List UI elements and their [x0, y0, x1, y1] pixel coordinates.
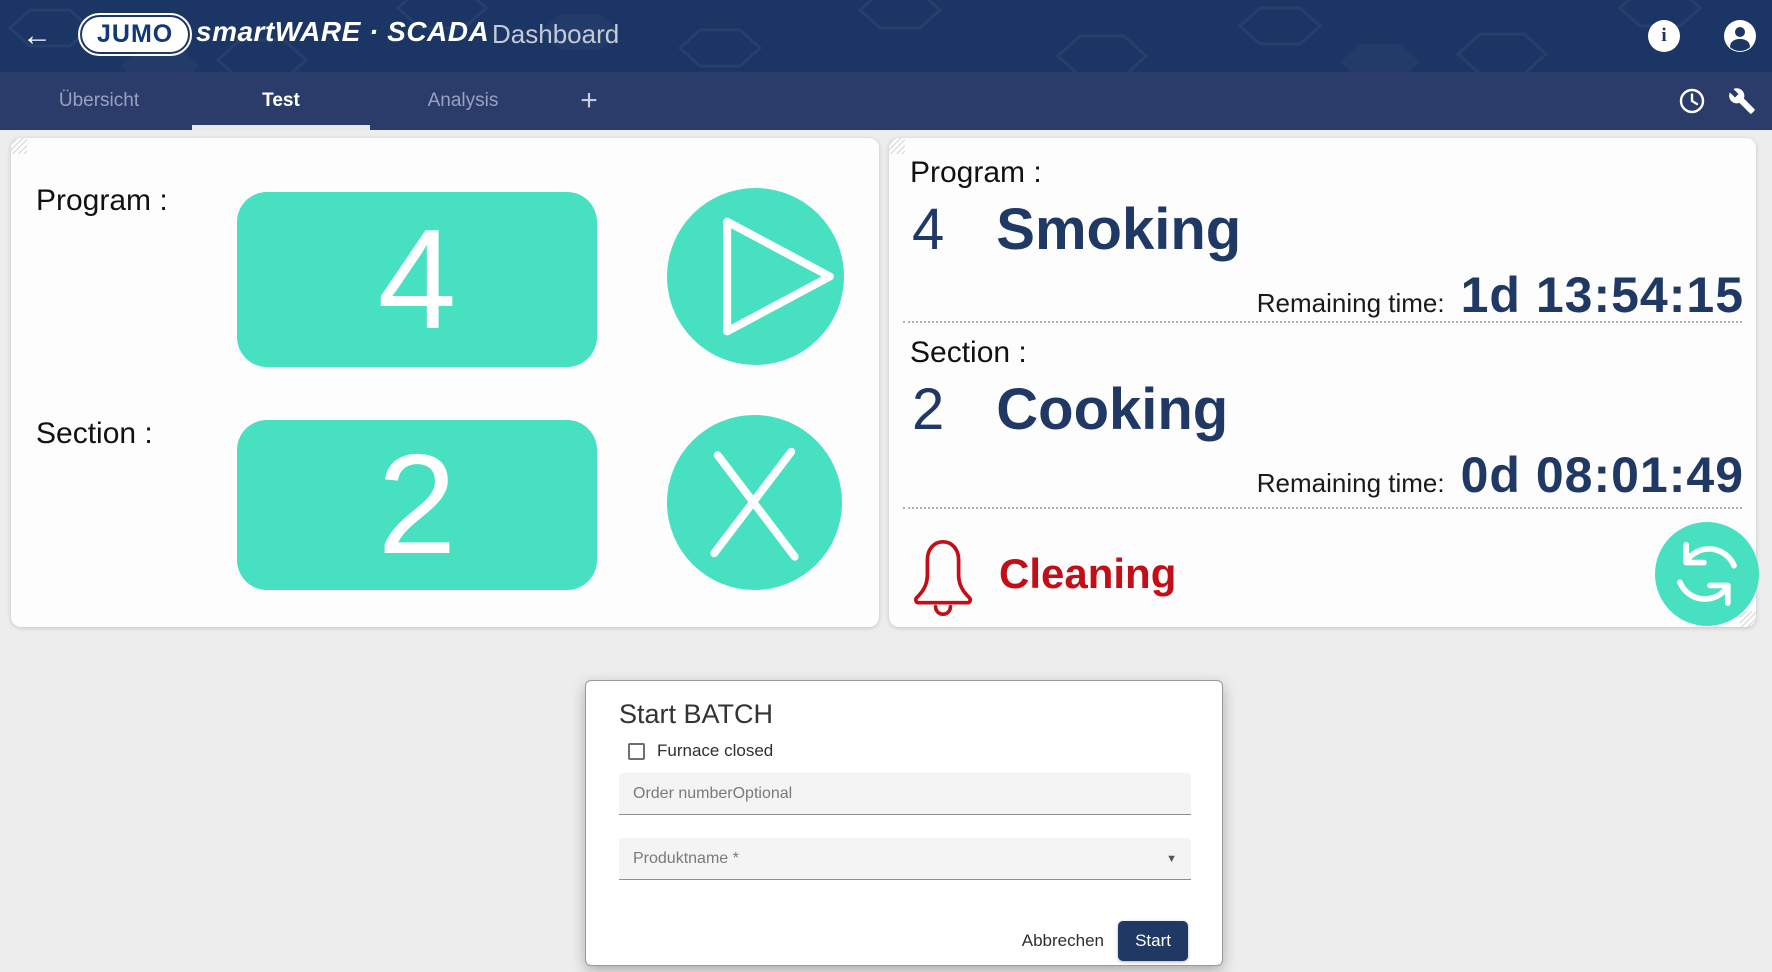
program-label: Program : — [36, 184, 168, 218]
sync-icon — [1655, 522, 1759, 626]
tab-test[interactable]: Test — [190, 72, 372, 130]
start-program-button[interactable] — [667, 188, 844, 365]
furnace-closed-row: Furnace closed — [628, 741, 773, 761]
page-title: Dashboard — [492, 19, 619, 50]
alarm-status-text: Cleaning — [999, 550, 1176, 598]
section-number-display[interactable]: 2 — [237, 420, 597, 590]
remaining-time-value: 1d 13:54:15 — [1461, 266, 1744, 324]
remaining-time-label: Remaining time: — [1257, 468, 1445, 499]
start-batch-dialog: Start BATCH Furnace closed Produktname *… — [585, 680, 1223, 966]
add-tab-button[interactable]: + — [554, 72, 624, 130]
program-status-card: Program : 4 Smoking Remaining time: 1d 1… — [889, 138, 1756, 627]
alarm-bell-icon — [906, 536, 980, 620]
jumo-logo-pill: JUMO — [82, 17, 188, 52]
section-number-value: 2 — [378, 434, 457, 576]
program-number-value: 4 — [378, 209, 457, 351]
tab-label: Test — [262, 90, 300, 112]
order-number-input[interactable] — [619, 773, 1191, 815]
cancel-button[interactable]: Abbrechen — [1022, 931, 1104, 951]
refresh-sync-button[interactable] — [1655, 522, 1759, 626]
section-status-label: Section : — [910, 336, 1027, 370]
info-icon-glyph: i — [1661, 25, 1666, 46]
tab-label: Übersicht — [59, 90, 139, 112]
section-status-row: 2 Cooking — [912, 376, 1228, 443]
tab-label: Analysis — [428, 90, 499, 112]
program-remaining-row: Remaining time: 1d 13:54:15 — [1257, 266, 1744, 324]
program-status-number: 4 — [912, 196, 944, 263]
dialog-title: Start BATCH — [619, 699, 773, 730]
product-name-placeholder: Produktname * — [633, 850, 739, 868]
program-status-label: Program : — [910, 156, 1042, 190]
program-status-name: Smoking — [996, 196, 1241, 263]
program-status-row: 4 Smoking — [912, 196, 1241, 263]
tabbar-actions — [1678, 72, 1756, 130]
tab-uebersicht[interactable]: Übersicht — [8, 72, 190, 130]
remaining-time-value: 0d 08:01:49 — [1461, 446, 1744, 504]
history-clock-icon[interactable] — [1678, 87, 1706, 115]
plus-icon: + — [580, 84, 598, 118]
chevron-down-icon: ▼ — [1166, 853, 1177, 865]
remaining-time-label: Remaining time: — [1257, 288, 1445, 319]
section-remaining-row: Remaining time: 0d 08:01:49 — [1257, 446, 1744, 504]
account-icon-glyph — [1724, 20, 1756, 52]
jumo-logo-text: JUMO — [97, 20, 173, 48]
tab-analysis[interactable]: Analysis — [372, 72, 554, 130]
program-number-display[interactable]: 4 — [237, 192, 597, 367]
play-icon — [667, 188, 844, 365]
brand-name: smartWARE · SCADA — [196, 16, 489, 48]
dashboard-screen: ← JUMO smartWARE · SCADA Dashboard i Übe… — [0, 0, 1772, 972]
card-drag-handle[interactable] — [889, 138, 905, 154]
card-drag-handle[interactable] — [11, 138, 27, 154]
back-icon[interactable]: ← — [18, 17, 56, 55]
section-status-number: 2 — [912, 376, 944, 443]
divider — [903, 321, 1742, 323]
program-control-card: Program : 4 Section : 2 — [11, 138, 879, 627]
furnace-closed-checkbox[interactable] — [628, 743, 645, 760]
product-name-select[interactable]: Produktname * ▼ — [619, 838, 1191, 880]
wrench-icon[interactable] — [1728, 87, 1756, 115]
section-status-name: Cooking — [996, 376, 1228, 443]
cancel-program-button[interactable] — [667, 415, 842, 590]
x-icon — [667, 415, 842, 590]
account-icon[interactable] — [1724, 20, 1756, 52]
divider — [903, 507, 1742, 509]
furnace-closed-label: Furnace closed — [657, 741, 773, 761]
jumo-logo: JUMO — [78, 13, 192, 56]
dashboard-tab-bar: Übersicht Test Analysis + — [0, 72, 1772, 130]
section-label: Section : — [36, 417, 153, 451]
start-button[interactable]: Start — [1118, 921, 1188, 961]
info-icon[interactable]: i — [1648, 20, 1680, 52]
top-app-bar: ← JUMO smartWARE · SCADA Dashboard i — [0, 0, 1772, 72]
